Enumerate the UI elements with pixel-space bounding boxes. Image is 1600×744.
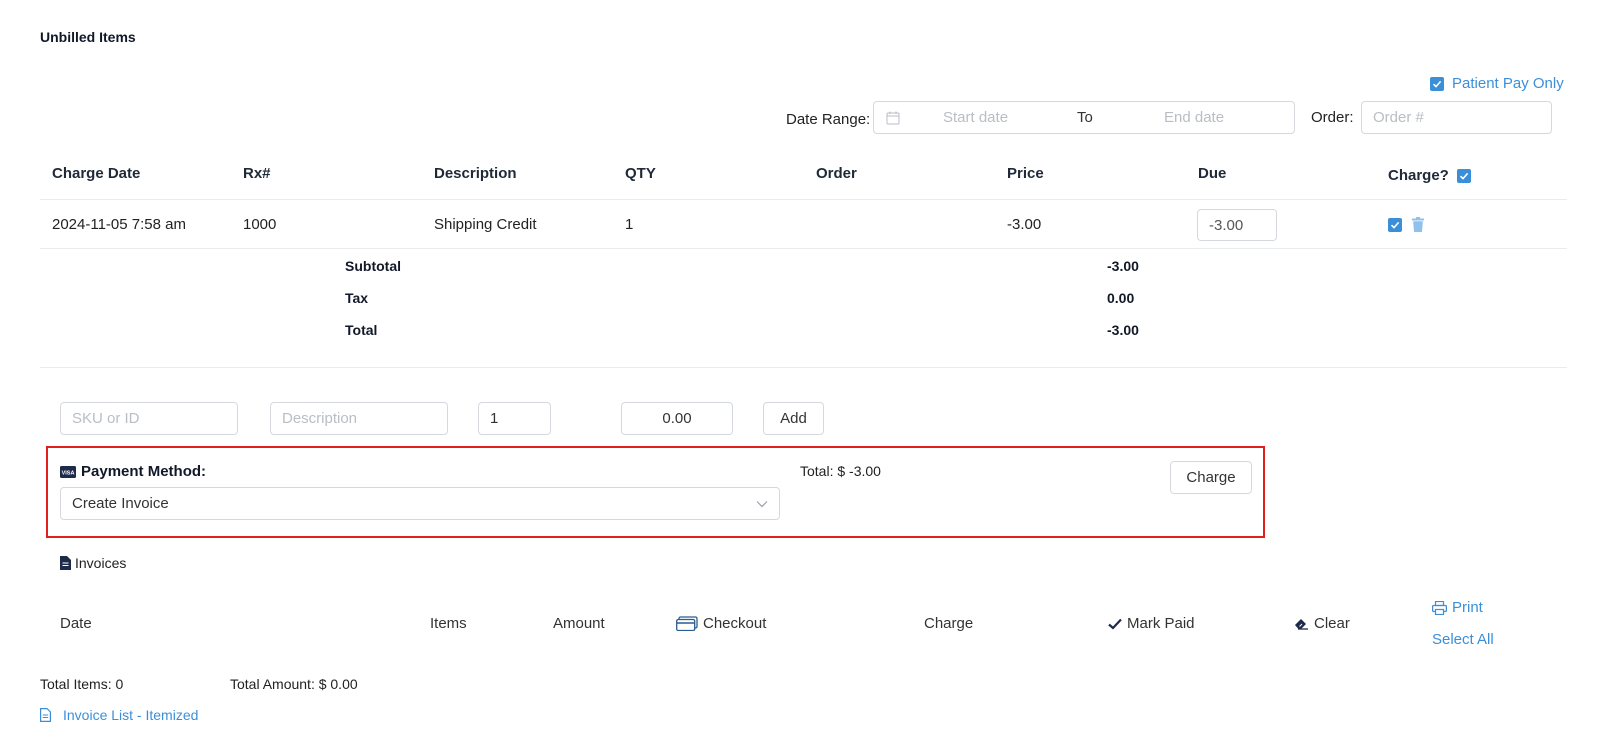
clear-action[interactable]: Clear: [1294, 615, 1350, 632]
inv-col-charge: Charge: [924, 615, 974, 632]
invoices-heading: Invoices: [60, 555, 126, 571]
payment-method-label: Payment Method:: [81, 463, 207, 480]
charge-button[interactable]: Charge: [1170, 461, 1252, 494]
inv-col-date: Date: [60, 615, 92, 632]
total-value: -3.00: [1107, 322, 1139, 338]
header-due: Due: [1198, 165, 1227, 182]
checkout-label: Checkout: [703, 615, 767, 632]
tax-label: Tax: [345, 290, 369, 306]
header-order: Order: [816, 165, 857, 182]
select-all-charge-checkbox[interactable]: [1456, 168, 1471, 183]
patient-pay-only-label: Patient Pay Only: [1452, 75, 1564, 92]
header-price: Price: [1007, 165, 1044, 182]
cell-price: -3.00: [1007, 216, 1042, 233]
date-range-picker[interactable]: Start date To End date: [873, 101, 1295, 134]
eraser-icon: [1294, 617, 1309, 630]
description-input[interactable]: Description: [270, 402, 448, 435]
checkbox-checked-icon[interactable]: [1430, 76, 1444, 91]
quantity-input[interactable]: 1: [478, 402, 551, 435]
calendar-icon: [886, 111, 900, 125]
header-charge-label: Charge?: [1388, 167, 1449, 184]
patient-pay-only-toggle[interactable]: Patient Pay Only: [1430, 75, 1564, 92]
inv-col-items: Items: [430, 615, 467, 632]
cell-description: Shipping Credit: [434, 216, 537, 233]
tax-value: 0.00: [1107, 290, 1135, 306]
header-charge: Charge?: [1388, 167, 1471, 184]
header-charge-date: Charge Date: [52, 165, 141, 182]
sku-input[interactable]: SKU or ID: [60, 402, 238, 435]
price-input[interactable]: 0.00: [621, 402, 733, 435]
print-action[interactable]: Print: [1432, 599, 1483, 616]
row-charge-checkbox[interactable]: [1388, 217, 1402, 232]
header-divider: [40, 199, 1567, 200]
chevron-down-icon: [756, 500, 768, 508]
due-amount-input[interactable]: -3.00: [1197, 209, 1277, 241]
payment-method-heading: VISA Payment Method:: [60, 463, 206, 480]
header-description: Description: [434, 165, 517, 182]
header-qty: QTY: [625, 165, 656, 182]
cell-qty: 1: [625, 216, 634, 233]
total-items: Total Items: 0: [40, 676, 124, 692]
checkout-icon: [676, 616, 698, 631]
mark-paid-action[interactable]: Mark Paid: [1108, 615, 1195, 632]
total-amount: Total Amount: $ 0.00: [230, 676, 358, 692]
header-rx-number: Rx#: [243, 165, 271, 182]
row-divider: [40, 248, 1567, 249]
select-all-link[interactable]: Select All: [1432, 631, 1494, 648]
total-label: Total: [345, 322, 378, 338]
order-label: Order:: [1311, 109, 1354, 126]
payment-total: Total: $ -3.00: [800, 463, 881, 479]
payment-method-selected: Create Invoice: [72, 495, 169, 512]
document-icon: [40, 708, 51, 722]
start-date-input[interactable]: Start date: [943, 109, 1008, 126]
mark-paid-label: Mark Paid: [1127, 615, 1195, 632]
credit-card-icon: VISA: [60, 465, 76, 478]
print-label: Print: [1452, 599, 1483, 616]
clear-label: Clear: [1314, 615, 1350, 632]
date-range-label: Date Range:: [786, 111, 871, 128]
section-title: Unbilled Items: [40, 29, 136, 45]
printer-icon: [1432, 600, 1447, 615]
invoice-list-itemized-link[interactable]: Invoice List - Itemized: [40, 707, 198, 723]
order-number-input[interactable]: Order #: [1361, 101, 1552, 134]
cell-charge-date: 2024-11-05 7:58 am: [52, 216, 186, 233]
to-label: To: [1077, 109, 1093, 126]
summary-divider: [40, 367, 1567, 368]
svg-text:VISA: VISA: [62, 470, 75, 476]
file-icon: [60, 556, 71, 570]
add-button[interactable]: Add: [763, 402, 824, 435]
row-actions: [1388, 217, 1424, 232]
invoice-list-itemized-label: Invoice List - Itemized: [63, 707, 199, 723]
trash-icon[interactable]: [1412, 217, 1424, 232]
cell-rx-number: 1000: [243, 216, 277, 233]
subtotal-value: -3.00: [1107, 258, 1139, 274]
subtotal-label: Subtotal: [345, 258, 401, 274]
inv-col-amount: Amount: [553, 615, 605, 632]
payment-method-select[interactable]: Create Invoice: [60, 487, 780, 520]
end-date-input[interactable]: End date: [1164, 109, 1224, 126]
checkout-action[interactable]: Checkout: [676, 615, 766, 632]
checkmark-icon: [1108, 618, 1122, 630]
invoices-title: Invoices: [75, 555, 127, 571]
